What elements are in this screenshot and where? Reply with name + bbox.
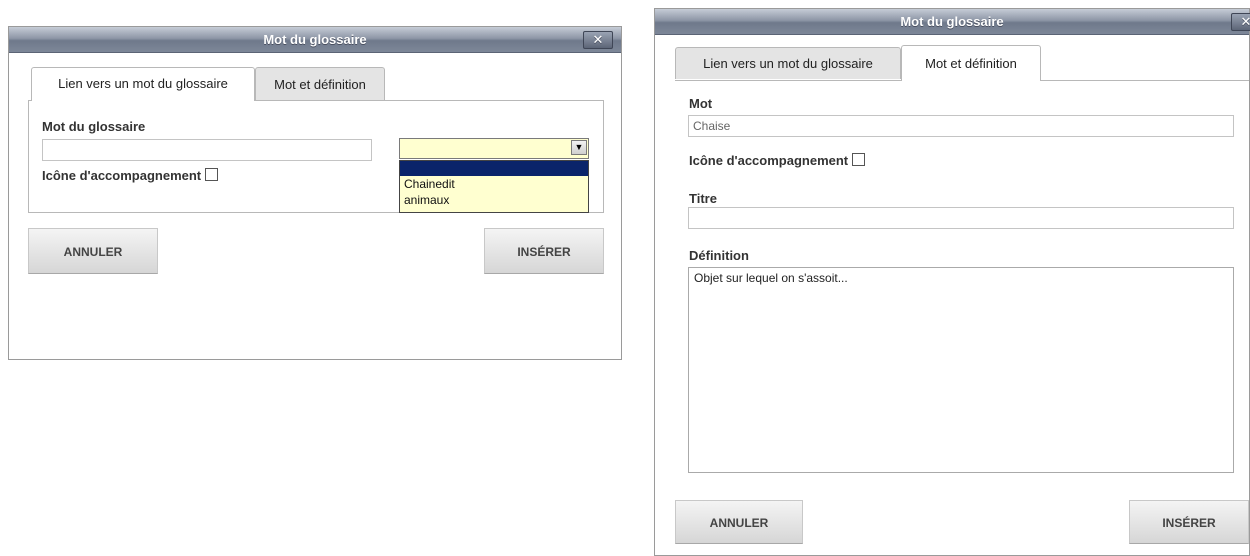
glossary-dialog-definition: Mot du glossaire ✕ Lien vers un mot du g… bbox=[654, 8, 1250, 556]
tab-label: Lien vers un mot du glossaire bbox=[703, 56, 873, 71]
tab-label: Mot et définition bbox=[274, 77, 366, 92]
glossary-select-list: Chainedit animaux bbox=[399, 160, 589, 213]
title-input[interactable] bbox=[688, 207, 1234, 229]
word-input[interactable] bbox=[688, 115, 1234, 137]
dropdown-option[interactable]: animaux bbox=[400, 192, 588, 208]
glossary-word-label: Mot du glossaire bbox=[42, 119, 146, 134]
glossary-select[interactable]: ▼ bbox=[399, 138, 589, 159]
title-label: Titre bbox=[689, 191, 717, 206]
dialog-title: Mot du glossaire bbox=[263, 32, 367, 47]
close-icon[interactable]: ✕ bbox=[583, 31, 613, 49]
dropdown-option[interactable]: Chainedit bbox=[400, 176, 588, 192]
definition-label: Définition bbox=[689, 248, 749, 263]
close-icon[interactable]: ✕ bbox=[1231, 13, 1250, 31]
word-label: Mot bbox=[689, 96, 713, 111]
dialog-titlebar[interactable]: Mot du glossaire ✕ bbox=[9, 27, 621, 53]
dialog-titlebar[interactable]: Mot du glossaire ✕ bbox=[655, 9, 1250, 35]
dialog-title: Mot du glossaire bbox=[900, 14, 1004, 29]
icon-checkbox[interactable] bbox=[852, 153, 866, 166]
tab-link-glossary-word[interactable]: Lien vers un mot du glossaire bbox=[675, 47, 901, 79]
definition-textarea[interactable]: Objet sur lequel on s'assoit... bbox=[688, 267, 1234, 473]
icon-option-label: Icône d'accompagnement bbox=[42, 168, 219, 183]
glossary-dialog-link: Mot du glossaire ✕ Lien vers un mot du g… bbox=[8, 26, 622, 360]
icon-checkbox[interactable] bbox=[205, 168, 219, 181]
tab-label: Mot et définition bbox=[925, 56, 1017, 71]
icon-option-label: Icône d'accompagnement bbox=[689, 153, 866, 168]
icon-option-text: Icône d'accompagnement bbox=[42, 168, 202, 183]
tab-word-definition[interactable]: Mot et définition bbox=[255, 67, 385, 100]
insert-button[interactable]: INSÉRER bbox=[484, 228, 604, 274]
icon-option-text: Icône d'accompagnement bbox=[689, 153, 849, 168]
tab-label: Lien vers un mot du glossaire bbox=[58, 76, 228, 91]
glossary-word-input[interactable] bbox=[42, 139, 372, 161]
tab-word-definition[interactable]: Mot et définition bbox=[901, 45, 1041, 81]
insert-button[interactable]: INSÉRER bbox=[1129, 500, 1249, 544]
tab-link-glossary-word[interactable]: Lien vers un mot du glossaire bbox=[31, 67, 255, 101]
cancel-button[interactable]: ANNULER bbox=[675, 500, 803, 544]
chevron-down-icon[interactable]: ▼ bbox=[571, 140, 587, 155]
dropdown-option[interactable] bbox=[400, 161, 588, 176]
cancel-button[interactable]: ANNULER bbox=[28, 228, 158, 274]
